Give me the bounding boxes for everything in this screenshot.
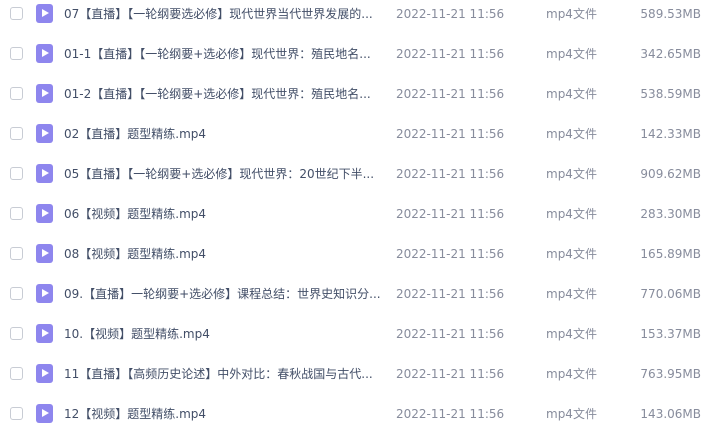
row-checkbox[interactable]: [10, 247, 23, 260]
file-size: 142.33MB: [640, 127, 701, 141]
file-name[interactable]: 08【视频】题型精练.mp4: [64, 246, 382, 262]
file-row[interactable]: 01-2【直播】【一轮纲要+选必修】现代世界：殖民地名... 2022-11-2…: [0, 80, 718, 120]
row-checkbox[interactable]: [10, 327, 23, 340]
file-size: 342.65MB: [640, 47, 701, 61]
file-date: 2022-11-21 11:56: [396, 327, 505, 341]
file-row[interactable]: 10.【视频】题型精练.mp4 2022-11-21 11:56 mp4文件 1…: [0, 320, 718, 360]
video-file-icon: [36, 404, 53, 423]
video-file-icon: [36, 124, 53, 143]
file-name[interactable]: 11【直播】【高频历史论述】中外对比：春秋战国与古代...: [64, 366, 382, 382]
file-date: 2022-11-21 11:56: [396, 127, 505, 141]
file-name[interactable]: 01-2【直播】【一轮纲要+选必修】现代世界：殖民地名...: [64, 86, 382, 102]
video-file-icon: [36, 244, 53, 263]
file-row[interactable]: 12【视频】题型精练.mp4 2022-11-21 11:56 mp4文件 14…: [0, 400, 718, 440]
video-file-icon: [36, 164, 53, 183]
file-row[interactable]: 06【视频】题型精练.mp4 2022-11-21 11:56 mp4文件 28…: [0, 200, 718, 240]
row-checkbox[interactable]: [10, 87, 23, 100]
file-date: 2022-11-21 11:56: [396, 47, 505, 61]
video-file-icon: [36, 84, 53, 103]
file-name[interactable]: 02【直播】题型精练.mp4: [64, 126, 382, 142]
file-size: 143.06MB: [640, 407, 701, 421]
file-name[interactable]: 09.【直播】一轮纲要+选必修】课程总结：世界史知识分...: [64, 286, 382, 302]
file-size: 165.89MB: [640, 247, 701, 261]
file-date: 2022-11-21 11:56: [396, 7, 505, 21]
row-checkbox[interactable]: [10, 167, 23, 180]
file-row[interactable]: 09.【直播】一轮纲要+选必修】课程总结：世界史知识分... 2022-11-2…: [0, 280, 718, 320]
file-name[interactable]: 10.【视频】题型精练.mp4: [64, 326, 382, 342]
file-date: 2022-11-21 11:56: [396, 407, 505, 421]
file-name[interactable]: 05【直播】【一轮纲要+选必修】现代世界：20世纪下半...: [64, 166, 382, 182]
video-file-icon: [36, 324, 53, 343]
video-file-icon: [36, 4, 53, 23]
row-checkbox[interactable]: [10, 7, 23, 20]
file-row[interactable]: 11【直播】【高频历史论述】中外对比：春秋战国与古代... 2022-11-21…: [0, 360, 718, 400]
video-file-icon: [36, 284, 53, 303]
file-date: 2022-11-21 11:56: [396, 207, 505, 221]
row-checkbox[interactable]: [10, 47, 23, 60]
file-size: 538.59MB: [640, 87, 701, 101]
video-file-icon: [36, 204, 53, 223]
file-name[interactable]: 06【视频】题型精练.mp4: [64, 206, 382, 222]
file-row[interactable]: 01-1【直播】【一轮纲要+选必修】现代世界：殖民地名... 2022-11-2…: [0, 40, 718, 80]
file-date: 2022-11-21 11:56: [396, 87, 505, 101]
file-row[interactable]: 07【直播】【一轮纲要选必修】现代世界当代世界发展的... 2022-11-21…: [0, 0, 718, 40]
file-size: 909.62MB: [640, 167, 701, 181]
file-size: 763.95MB: [640, 367, 701, 381]
file-date: 2022-11-21 11:56: [396, 247, 505, 261]
file-row[interactable]: 08【视频】题型精练.mp4 2022-11-21 11:56 mp4文件 16…: [0, 240, 718, 280]
file-size: 589.53MB: [640, 7, 701, 21]
file-date: 2022-11-21 11:56: [396, 367, 505, 381]
file-name[interactable]: 07【直播】【一轮纲要选必修】现代世界当代世界发展的...: [64, 6, 382, 22]
file-list: 07【直播】【一轮纲要选必修】现代世界当代世界发展的... 2022-11-21…: [0, 0, 718, 435]
file-row[interactable]: 02【直播】题型精练.mp4 2022-11-21 11:56 mp4文件 14…: [0, 120, 718, 160]
row-checkbox[interactable]: [10, 367, 23, 380]
video-file-icon: [36, 44, 53, 63]
file-row[interactable]: 05【直播】【一轮纲要+选必修】现代世界：20世纪下半... 2022-11-2…: [0, 160, 718, 200]
file-name[interactable]: 01-1【直播】【一轮纲要+选必修】现代世界：殖民地名...: [64, 46, 382, 62]
row-checkbox[interactable]: [10, 407, 23, 420]
row-checkbox[interactable]: [10, 207, 23, 220]
file-name[interactable]: 12【视频】题型精练.mp4: [64, 406, 382, 422]
file-size: 770.06MB: [640, 287, 701, 301]
file-date: 2022-11-21 11:56: [396, 287, 505, 301]
file-size: 283.30MB: [640, 207, 701, 221]
row-checkbox[interactable]: [10, 287, 23, 300]
row-checkbox[interactable]: [10, 127, 23, 140]
file-size: 153.37MB: [640, 327, 701, 341]
file-date: 2022-11-21 11:56: [396, 167, 505, 181]
video-file-icon: [36, 364, 53, 383]
